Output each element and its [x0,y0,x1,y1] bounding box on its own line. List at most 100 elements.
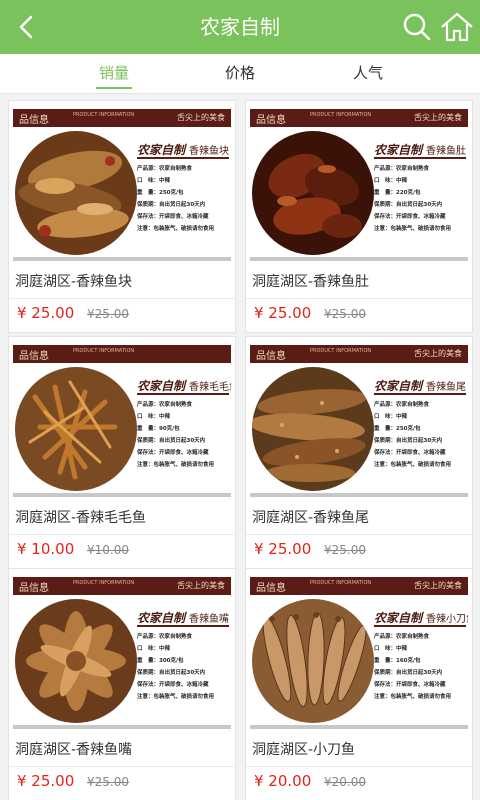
poster-line: 产品源：农家自制熟食 [374,634,430,640]
poster-line: 口 味：中辣 [137,178,171,184]
poster-details: 产品源：农家自制熟食 口 味：中辣 重 量：300克/包 保质期：自出货日起30… [137,631,214,703]
food-photo [252,599,374,723]
poster-line: 重 量：250克/包 [137,190,184,196]
product-original-price: ¥25.00 [87,775,129,789]
product-image: 品信息 PRODUCT INFORMATION 农家自制 香辣毛毛 产品源：农家… [13,345,231,497]
poster-details: 产品源：农家自制熟食 口 味：中辣 重 量：250克/包 保质期：自出货日起30… [137,163,214,235]
poster-banner: 品信息 PRODUCT INFORMATION 舌尖上的美食 [250,577,468,595]
poster-rule [137,157,229,159]
product-price: ¥ 10.00 [17,540,75,558]
product-image: 品信息 PRODUCT INFORMATION 舌尖上的美食 农家自制香辣鱼块 [13,109,231,261]
poster-line: 口 味：中辣 [374,646,408,652]
search-button[interactable] [402,12,432,42]
poster-brand: 品信息 [256,115,286,126]
poster-bar [13,257,231,261]
product-price: ¥ 25.00 [17,772,75,790]
tab-popularity[interactable]: 人气 [350,54,386,94]
poster-banner: 品信息 PRODUCT INFORMATION 舌尖上的美食 [13,577,231,595]
tab-sales-label: 销量 [98,64,129,82]
poster-bar [13,725,231,729]
poster-slogan: 舌尖上的美食 [177,581,225,590]
poster-brand: 品信息 [256,351,286,362]
poster-title: 香辣小刀鱼 [426,614,468,625]
product-card[interactable]: 品信息 PRODUCT INFORMATION 舌尖上的美食 农家自制香辣鱼肚 [245,100,473,333]
poster-heading: 农家自制 香辣鱼肚 [374,141,466,158]
poster-rule [374,157,466,159]
poster-title: 香辣鱼尾 [426,382,467,393]
poster-heading: 农家自制香辣小刀鱼 [374,609,468,626]
home-button[interactable] [440,11,474,43]
poster-title: 香辣鱼肚 [426,146,467,157]
poster-heading: 农家自制 香辣鱼嘴 [137,609,229,626]
tab-popularity-label: 人气 [352,64,383,82]
poster-line: 保存法：开袋即食、冰箱冷藏 [137,214,209,220]
poster-brand: 品信息 [19,115,49,126]
product-price: ¥ 25.00 [254,540,312,558]
product-price: ¥ 25.00 [17,304,75,322]
product-card[interactable]: 品信息 PRODUCT INFORMATION 农家自制 香辣毛毛 产品源：农家… [8,336,236,569]
poster-title: 香辣鱼嘴 [189,614,230,625]
poster-en: PRODUCT INFORMATION [73,112,135,118]
product-name: 洞庭湖区-香辣鱼块 [15,274,133,290]
poster-line: 产品源：农家自制熟食 [137,634,193,640]
sort-tabs: 销量 价格 人气 [0,54,480,94]
poster-en: PRODUCT INFORMATION [73,348,135,354]
product-card[interactable]: 品信息 PRODUCT INFORMATION 舌尖上的美食 农家自制 香辣鱼尾 … [245,336,473,569]
poster-line: 重 量：250克/包 [374,426,421,432]
product-price: ¥ 25.00 [254,304,312,322]
product-card[interactable]: 品信息 PRODUCT INFORMATION 舌尖上的美食 [245,568,473,800]
tab-price[interactable]: 价格 [222,54,258,94]
poster-line: 产品源：农家自制熟食 [374,402,430,408]
tab-sales[interactable]: 销量 [96,54,132,94]
poster-heading: 农家自制香辣毛毛鱼 [137,377,231,394]
poster-title: 香辣毛毛鱼 [189,382,231,393]
poster-brand: 品信息 [19,583,49,594]
poster-tag: 农家自制 [374,143,423,157]
poster-slogan: 舌尖上的美食 [177,113,225,122]
poster-slogan: 舌尖上的美食 [414,349,462,358]
poster-line: 口 味：中辣 [374,414,408,420]
poster-line: 产品源：农家自制熟食 [137,402,193,408]
poster-line: 保存法：开袋即食、冰箱冷藏 [374,682,446,688]
product-original-price: ¥25.00 [324,543,366,557]
poster-tag: 农家自制 [137,143,186,157]
poster-brand: 品信息 [19,351,49,362]
poster-details: 产品源：农家自制熟食 口 味：中辣 重 量：250克/包 保质期：自出货日起30… [374,399,451,471]
poster-line: 重 量：220克/包 [374,190,421,196]
divider [9,766,235,767]
divider [246,534,472,535]
poster-line: 注意：包装胀气、破损请勿食用 [374,226,452,232]
poster-line: 产品源：农家自制熟食 [374,166,430,172]
poster-slogan: 舌尖上的美食 [414,113,462,122]
poster-line: 保存法：开袋即食、冰箱冷藏 [137,682,209,688]
poster-banner: 品信息 PRODUCT INFORMATION 舌尖上的美食 [13,109,231,127]
poster-banner: 品信息 PRODUCT INFORMATION 舌尖上的美食 [250,109,468,127]
product-price: ¥ 20.00 [254,772,312,790]
poster-line: 重 量：300克/包 [137,658,184,664]
product-card[interactable]: 品信息 PRODUCT INFORMATION 舌尖上的美食 [8,568,236,800]
home-icon [441,12,473,42]
poster-line: 注意：包装胀气、破损请勿食用 [137,694,215,700]
poster-line: 保存法：开袋即食、冰箱冷藏 [374,214,446,220]
poster-brand: 品信息 [256,583,286,594]
poster-heading: 农家自制 香辣鱼块 [137,141,229,158]
poster-line: 保质期：自出货日起30天内 [374,438,443,444]
product-original-price: ¥25.00 [324,307,366,321]
poster-en: PRODUCT INFORMATION [310,112,372,118]
divider [246,766,472,767]
poster-details: 产品源：农家自制熟食 口 味：中辣 重 量：90克/包 保质期：自出货日起30天… [137,399,214,471]
product-image: 品信息 PRODUCT INFORMATION 舌尖上的美食 [250,577,468,729]
poster-title: 香辣鱼块 [189,146,230,157]
poster-tag: 农家自制 [137,379,186,393]
poster-line: 注意：包装胀气、破损请勿食用 [374,694,452,700]
product-name: 洞庭湖区-香辣鱼尾 [252,510,370,526]
divider [246,298,472,299]
food-photo [252,367,374,491]
food-photo [252,131,374,255]
poster-rule [374,393,466,395]
poster-line: 口 味：中辣 [374,178,408,184]
poster-line: 保质期：自出货日起30天内 [137,438,206,444]
poster-banner: 品信息 PRODUCT INFORMATION [13,345,231,363]
product-card[interactable]: 品信息 PRODUCT INFORMATION 舌尖上的美食 农家自制香辣鱼块 [8,100,236,333]
poster-line: 保存法：开袋即食、冰箱冷藏 [137,450,209,456]
